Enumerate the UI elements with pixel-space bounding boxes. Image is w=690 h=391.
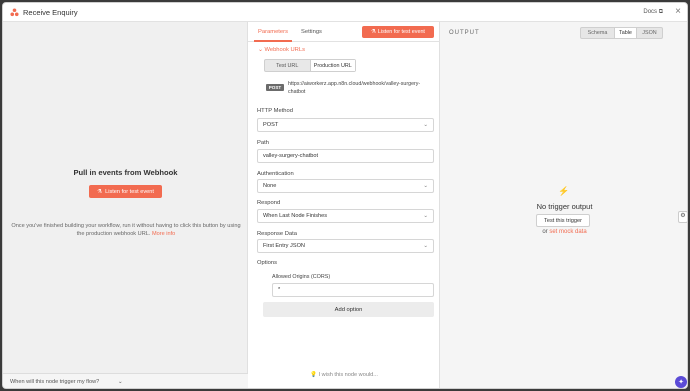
response-data-select[interactable]: First Entry JSON ⌄ — [257, 239, 434, 253]
production-url-description: Once you've finished building your workf… — [11, 222, 241, 238]
response-data-label: Response Data — [257, 231, 297, 237]
chevron-down-icon: ⌄ — [423, 183, 428, 189]
modal-titlebar: Receive Enquiry Docs ⧉ × — [3, 3, 687, 22]
flask-icon: ⚗ — [97, 188, 103, 195]
sparkle-icon[interactable]: ✦ — [675, 376, 687, 388]
http-method-value: POST — [263, 122, 279, 128]
view-table[interactable]: Table — [614, 28, 637, 38]
view-json[interactable]: JSON — [637, 28, 662, 38]
no-output-title: No trigger output — [536, 202, 593, 211]
http-method-label: HTTP Method — [257, 108, 293, 114]
output-panel: OUTPUT Schema Table JSON ⚡ No trigger ou… — [440, 22, 687, 388]
active-tab-indicator — [254, 40, 292, 42]
pull-events-heading: Pull in events from Webhook — [73, 168, 178, 177]
wish-text: I wish this node would... — [318, 372, 378, 378]
view-schema[interactable]: Schema — [581, 28, 614, 38]
more-info-link[interactable]: More info — [152, 231, 175, 237]
trigger-help-text: When will this node trigger my flow? — [10, 379, 100, 385]
allowed-origins-value: * — [278, 287, 281, 293]
allowed-origins-label: Allowed Origins (CORS) — [272, 274, 331, 280]
response-data-value: First Entry JSON — [263, 243, 305, 249]
mock-data-line: or set mock data — [440, 229, 687, 235]
webhook-urls-toggle[interactable]: ⌄ Webhook URLs — [258, 47, 305, 53]
authentication-value: None — [263, 183, 277, 189]
path-input[interactable]: valley-surgery-chatbot — [257, 149, 434, 163]
authentication-select[interactable]: None ⌄ — [257, 179, 434, 193]
chevron-down-icon: ⌄ — [118, 379, 123, 385]
parameters-panel: Parameters Settings ⚗ Listen for test ev… — [248, 22, 440, 388]
flask-icon: ⚗ — [371, 29, 376, 35]
tab-settings[interactable]: Settings — [301, 29, 322, 35]
options-label: Options — [257, 260, 277, 266]
trigger-help-footer[interactable]: When will this node trigger my flow? ⌄ — [3, 373, 248, 388]
lightbulb-icon: 💡 — [310, 372, 317, 378]
method-badge: POST — [266, 84, 284, 91]
output-heading: OUTPUT — [449, 30, 480, 36]
robot-icon[interactable]: ⚙ — [678, 211, 687, 223]
tab-parameters[interactable]: Parameters — [258, 29, 288, 35]
input-panel: Pull in events from Webhook ⚗ Listen for… — [3, 22, 248, 388]
test-trigger-button[interactable]: Test this trigger — [536, 214, 590, 227]
description-text: Once you've finished building your workf… — [11, 223, 241, 237]
listen-small-label: Listen for test event — [377, 29, 425, 35]
respond-select[interactable]: When Last Node Finishes ⌄ — [257, 209, 434, 223]
allowed-origins-input[interactable]: * — [272, 283, 434, 297]
output-view-toggle: Schema Table JSON — [580, 27, 663, 39]
set-mock-data-link[interactable]: set mock data — [549, 229, 586, 235]
webhook-urls-label: Webhook URLs — [264, 47, 305, 53]
url-type-toggle: Test URL Production URL — [264, 59, 356, 72]
authentication-label: Authentication — [257, 171, 294, 177]
node-detail-modal: Receive Enquiry Docs ⧉ × Pull in events … — [2, 2, 688, 389]
feedback-link[interactable]: 💡 I wish this node would... — [248, 372, 440, 378]
test-url-option[interactable]: Test URL — [265, 60, 310, 71]
add-option-button[interactable]: Add option — [263, 302, 434, 317]
parameters-tabs: Parameters Settings ⚗ Listen for test ev… — [248, 22, 440, 42]
node-title[interactable]: Receive Enquiry — [23, 8, 78, 17]
listen-for-test-event-button[interactable]: ⚗ Listen for test event — [89, 185, 162, 198]
chevron-down-icon: ⌄ — [258, 47, 263, 53]
or-text: or — [542, 229, 548, 235]
chevron-down-icon: ⌄ — [423, 213, 428, 219]
path-label: Path — [257, 140, 269, 146]
respond-label: Respond — [257, 200, 281, 206]
lightning-bolt-icon: ⚡ — [558, 186, 570, 196]
path-value: valley-surgery-chatbot — [263, 153, 319, 159]
webhook-url[interactable]: https://aiworkerz.app.n8n.cloud/webhook/… — [288, 80, 433, 96]
close-icon[interactable]: × — [675, 6, 681, 17]
http-method-select[interactable]: POST ⌄ — [257, 118, 434, 132]
chevron-down-icon: ⌄ — [423, 122, 428, 128]
respond-value: When Last Node Finishes — [263, 213, 328, 219]
docs-link[interactable]: Docs ⧉ — [643, 9, 663, 16]
production-url-option[interactable]: Production URL — [309, 60, 355, 71]
listen-button-label: Listen for test event — [105, 188, 154, 195]
listen-for-test-event-button-small[interactable]: ⚗ Listen for test event — [362, 26, 434, 38]
n8n-logo-icon — [10, 8, 19, 17]
chevron-down-icon: ⌄ — [423, 243, 428, 249]
